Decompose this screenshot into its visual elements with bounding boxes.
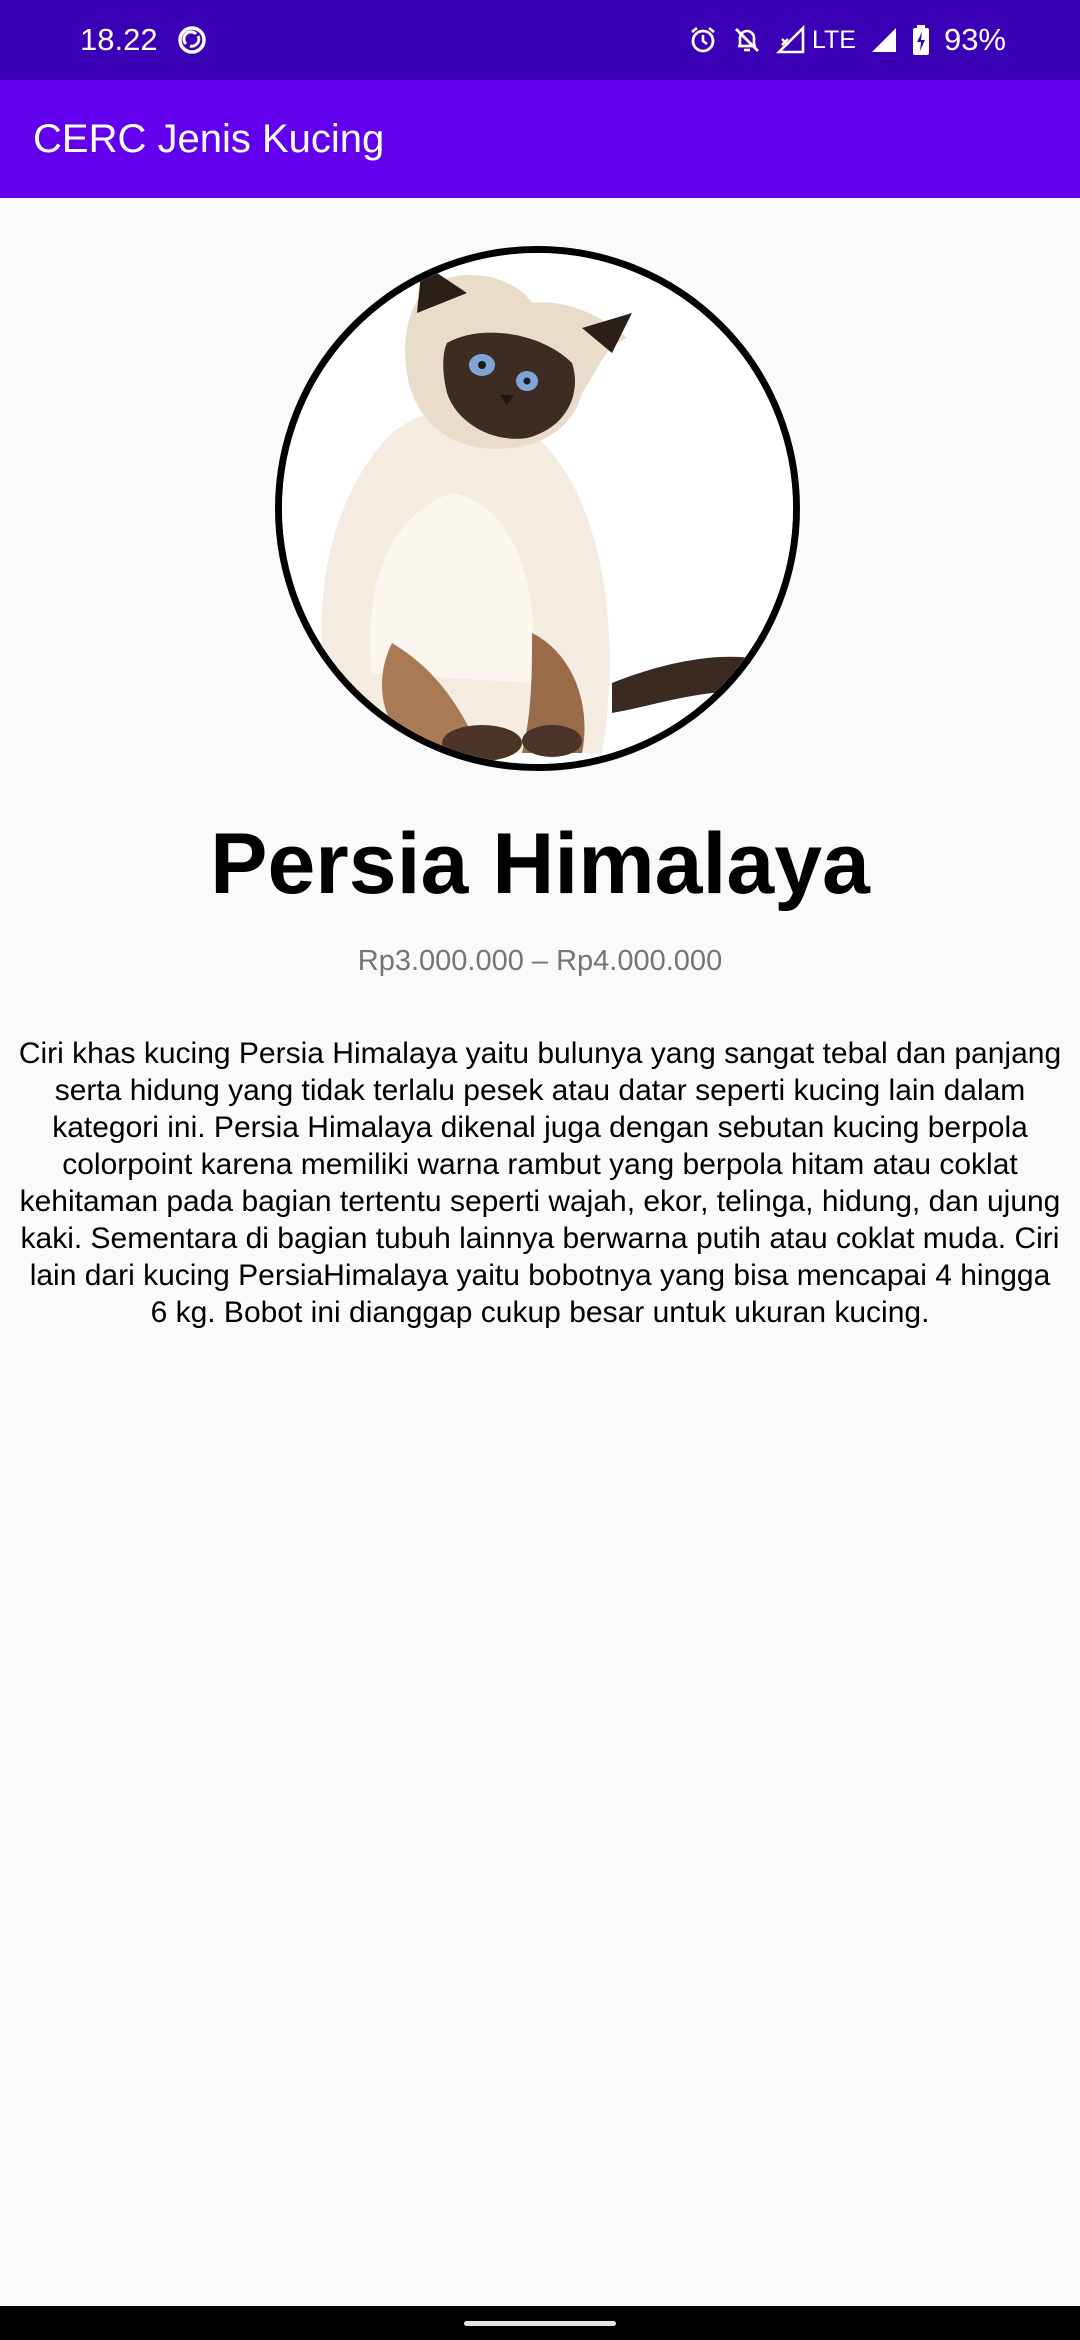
status-right: LTE 93% xyxy=(688,0,1006,80)
himalayan-cat-image xyxy=(282,253,793,764)
status-left: 18.22 xyxy=(80,0,208,80)
home-gesture-handle[interactable] xyxy=(464,2321,616,2326)
signal-icon xyxy=(870,26,898,54)
screen: 18.22 LTE 93% CERC Jenis Kucing Persia H… xyxy=(0,0,1080,2340)
battery-level: 93% xyxy=(943,22,1006,57)
price-range: Rp3.000.000 – Rp4.000.000 xyxy=(357,945,723,977)
cat-photo xyxy=(275,246,800,771)
cat-description: Ciri khas kucing Persia Himalaya yaitu b… xyxy=(18,1037,1062,1329)
cat-name-heading: Persia Himalaya xyxy=(210,816,870,912)
battery-icon xyxy=(912,24,930,56)
signal-x-icon xyxy=(775,25,806,55)
app-bar: CERC Jenis Kucing xyxy=(0,80,1080,198)
navigation-bar xyxy=(0,2306,1080,2340)
app-title: CERC Jenis Kucing xyxy=(33,116,385,161)
network-type: LTE xyxy=(811,25,856,54)
status-time: 18.22 xyxy=(80,22,158,57)
notifications-off-icon xyxy=(732,25,762,55)
alarm-icon xyxy=(688,25,718,55)
status-bar: 18.22 LTE 93% xyxy=(0,0,1080,80)
sync-icon xyxy=(176,24,208,56)
